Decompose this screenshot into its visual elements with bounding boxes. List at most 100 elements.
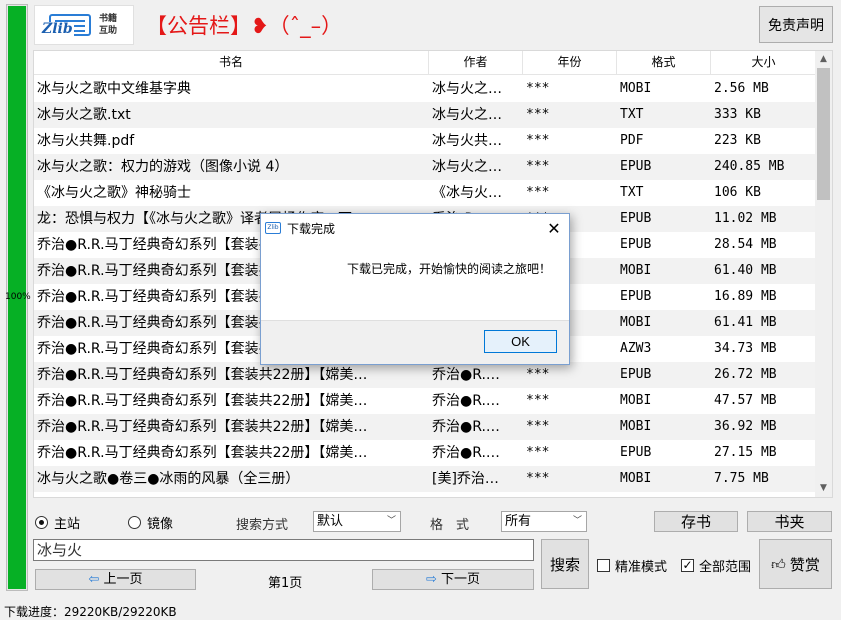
search-mode-select[interactable]: 默认 ﹀ <box>313 511 401 532</box>
cell-author: [美]乔治… <box>432 471 499 487</box>
cell-title: 乔治●R.R.马丁经典奇幻系列【套装共22册】【嫦美… <box>37 445 368 461</box>
cell-year: *** <box>526 81 550 96</box>
search-mode-label: 搜索方式 <box>236 518 289 533</box>
cell-author: 乔治●R.… <box>432 367 500 383</box>
chevron-down-icon: ﹀ <box>572 516 582 526</box>
cell-year: *** <box>526 419 550 434</box>
cell-author: 冰与火之… <box>432 81 502 97</box>
cell-author: 《冰与火… <box>432 185 502 201</box>
cell-title: 冰与火之歌●卷三●冰雨的风暴（全三册） <box>37 471 300 487</box>
column-header-size[interactable]: 大小 <box>711 51 817 74</box>
cell-title: 冰与火之歌：权力的游戏（图像小说 4） <box>37 159 289 175</box>
cell-author: 冰与火之… <box>432 159 502 175</box>
chevron-down-icon: ﹀ <box>386 516 396 526</box>
cell-size: 11.02 MB <box>714 211 777 226</box>
cell-year: *** <box>526 133 550 148</box>
logo-subtitle-line-1: 书籍 <box>99 14 118 24</box>
zlib-logo-icon: Zlib <box>41 12 91 38</box>
cell-title: 乔治●R.R.马丁经典奇幻系列【套装共22册】【嫦美… <box>37 419 368 435</box>
table-scrollbar[interactable]: ▲ ▼ <box>815 51 832 497</box>
table-row[interactable]: 乔治●R.R.马丁经典奇幻系列【套装共22册】【嫦美… 乔治●R.… *** EPUB… <box>34 440 817 466</box>
progress-percent: 100% <box>5 292 31 302</box>
table-row[interactable]: 《冰与火之歌》神秘骑士 《冰与火… *** TXT 106 KB <box>34 180 817 206</box>
donate-button[interactable]: 👍︎ 赞赏 <box>759 539 832 589</box>
page-indicator: 第1页 <box>268 576 303 591</box>
cell-year: *** <box>526 471 550 486</box>
table-row[interactable]: 冰与火之歌中文维基字典 冰与火之… *** MOBI 2.56 MB <box>34 76 817 102</box>
logo-subtitle-line-2: 互助 <box>99 26 118 36</box>
table-row[interactable]: 乔治●R.R.马丁经典奇幻系列【套装共22册】【嫦美… 乔治●R.… *** MOBI… <box>34 388 817 414</box>
cell-author: 乔治●R.… <box>432 393 500 409</box>
cell-year: *** <box>526 107 550 122</box>
scroll-up-icon[interactable]: ▲ <box>815 51 832 68</box>
save-book-button[interactable]: 存书 <box>654 511 738 532</box>
arrow-left-icon: ⇦ <box>88 571 100 587</box>
cell-size: 240.85 MB <box>714 159 785 174</box>
exact-mode-checkbox[interactable]: 精准模式 <box>597 556 667 575</box>
dialog-message: 下载已完成，开始愉快的阅读之旅吧！ <box>346 262 551 276</box>
app-logo: Zlib 书籍 互助 <box>34 5 134 45</box>
column-header-title[interactable]: 书名 <box>34 51 429 74</box>
cell-format: MOBI <box>620 81 652 96</box>
source-main-radio[interactable]: 主站 <box>35 513 80 532</box>
cell-year: *** <box>526 367 550 382</box>
prev-page-button[interactable]: ⇦ 上一页 <box>35 569 196 590</box>
exact-mode-label: 精准模式 <box>615 560 668 575</box>
bookshelf-button[interactable]: 书夹 <box>747 511 832 532</box>
cell-format: EPUB <box>620 211 652 226</box>
checkbox-checked-icon: ✓ <box>681 558 694 572</box>
search-button[interactable]: 搜索 <box>541 539 589 589</box>
cell-year: *** <box>526 393 550 408</box>
table-row[interactable]: 冰与火之歌.txt 冰与火之… *** TXT 333 KB <box>34 102 817 128</box>
dialog-title: 下载完成 <box>287 221 336 236</box>
dialog-titlebar[interactable]: Zlib 下载完成 ✕ <box>261 214 569 242</box>
format-select[interactable]: 所有 ﹀ <box>501 511 587 532</box>
cell-size: 2.56 MB <box>714 81 769 96</box>
cell-size: 47.57 MB <box>714 393 777 408</box>
column-header-year[interactable]: 年份 <box>523 51 617 74</box>
cell-size: 61.40 MB <box>714 263 777 278</box>
full-range-checkbox[interactable]: ✓ 全部范围 <box>681 556 751 575</box>
cell-format: EPUB <box>620 445 652 460</box>
cell-size: 28.54 MB <box>714 237 777 252</box>
search-input[interactable]: 冰与火 <box>33 539 534 561</box>
cell-format: MOBI <box>620 419 652 434</box>
next-page-button[interactable]: ⇨ 下一页 <box>372 569 534 590</box>
column-header-format[interactable]: 格式 <box>617 51 711 74</box>
cell-title: 《冰与火之歌》神秘骑士 <box>37 185 191 201</box>
radio-checked-icon <box>35 516 48 529</box>
cell-size: 16.89 MB <box>714 289 777 304</box>
logo-text: Zlib <box>41 21 74 37</box>
close-icon[interactable]: ✕ <box>539 219 569 238</box>
cell-format: EPUB <box>620 367 652 382</box>
dialog-footer: OK <box>261 320 569 364</box>
table-row[interactable]: 冰与火之歌●卷三●冰雨的风暴（全三册） [美]乔治… *** MOBI 7.75 MB <box>34 466 817 492</box>
ok-button[interactable]: OK <box>484 330 557 353</box>
cell-format: MOBI <box>620 263 652 278</box>
table-row[interactable]: 乔治●R.R.马丁经典奇幻系列【套装共22册】【嫦美… 乔治●R.… *** EPUB… <box>34 362 817 388</box>
cell-size: 61.41 MB <box>714 315 777 330</box>
cell-format: AZW3 <box>620 341 652 356</box>
cell-format: EPUB <box>620 289 652 304</box>
cell-format: EPUB <box>620 159 652 174</box>
cell-size: 34.73 MB <box>714 341 777 356</box>
table-row[interactable]: 冰与火共舞.pdf 冰与火共… *** PDF 223 KB <box>34 128 817 154</box>
cell-format: EPUB <box>620 237 652 252</box>
source-main-label: 主站 <box>54 517 81 532</box>
source-mirror-radio[interactable]: 镜像 <box>128 513 173 532</box>
table-row[interactable]: 乔治●R.R.马丁经典奇幻系列【套装共22册】【嫦美… 乔治●R.… *** MOBI… <box>34 414 817 440</box>
cell-author: 冰与火之… <box>432 107 502 123</box>
notice-board-link[interactable]: 【公告栏】❥（ˆ_–） <box>146 10 342 40</box>
table-row[interactable]: 冰与火之歌：权力的游戏（图像小说 4） 冰与火之… *** EPUB 240.85 MB <box>34 154 817 180</box>
format-value: 所有 <box>505 514 532 529</box>
app-icon: Zlib <box>265 222 281 234</box>
cell-format: TXT <box>620 185 644 200</box>
scrollbar-thumb[interactable] <box>817 68 830 200</box>
next-page-label: 下一页 <box>441 571 481 587</box>
column-header-author[interactable]: 作者 <box>429 51 523 74</box>
cell-author: 乔治●R.… <box>432 445 500 461</box>
cell-format: MOBI <box>620 315 652 330</box>
cell-size: 333 KB <box>714 107 761 122</box>
scroll-down-icon[interactable]: ▼ <box>815 480 832 497</box>
disclaimer-button[interactable]: 免责声明 <box>759 6 833 43</box>
